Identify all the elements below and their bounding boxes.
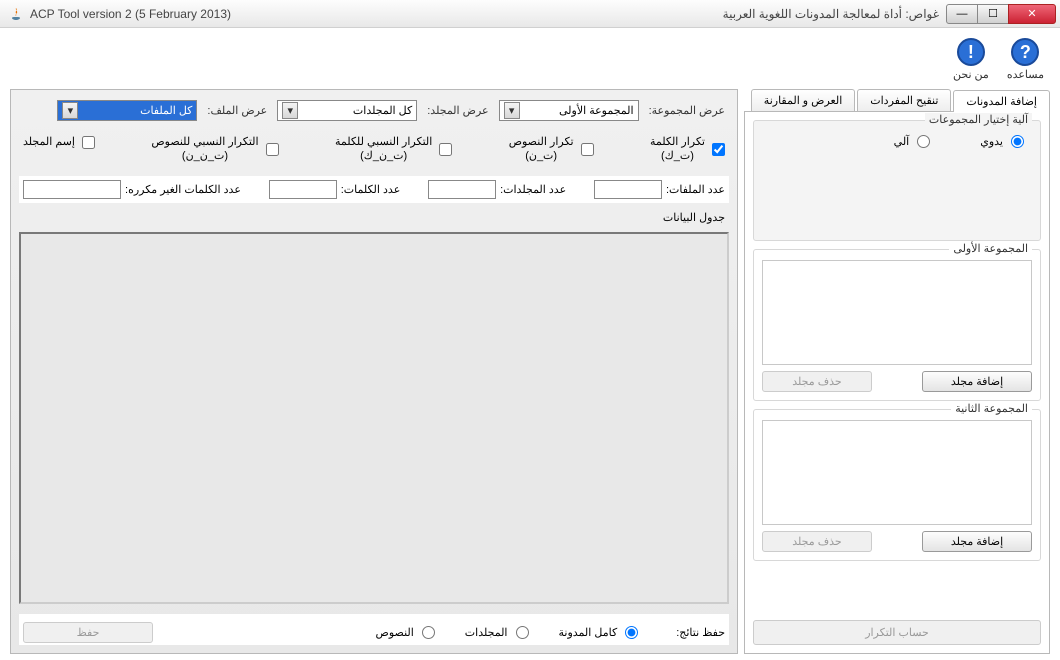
cb-word-freq[interactable]: تكرار الكلمة (ت_ك) bbox=[650, 135, 725, 164]
chevron-down-icon: ▾ bbox=[282, 102, 298, 119]
close-button[interactable]: ✕ bbox=[1008, 4, 1056, 24]
group2-add-folder-button[interactable]: إضافة مجلد bbox=[922, 531, 1032, 552]
help-button[interactable]: ? مساعده bbox=[1007, 38, 1044, 81]
tab-vocabulary[interactable]: تنقيح المفردات bbox=[857, 89, 951, 111]
tab-add-corpus[interactable]: إضافة المدونات bbox=[953, 90, 1050, 112]
info-icon: ! bbox=[957, 38, 985, 66]
cb-folder-name[interactable]: إسم المجلد bbox=[23, 135, 95, 149]
cb-word-rel-freq[interactable]: التكرار النسبي للكلمة (ت_ن_ك) bbox=[335, 135, 452, 164]
minimize-button[interactable]: — bbox=[946, 4, 978, 24]
window-title-right: غواص: أداة لمعالجة المدونات اللغوية العر… bbox=[723, 7, 939, 21]
group2-listbox[interactable] bbox=[762, 420, 1032, 525]
radio-folders[interactable]: المجلدات bbox=[465, 626, 529, 639]
cb-text-rel-freq[interactable]: التكرار النسبي للنصوص (ت_ن_ن) bbox=[151, 135, 278, 164]
about-button[interactable]: ! من نحن bbox=[953, 38, 989, 81]
group-dropdown[interactable]: المجموعة الأولى ▾ bbox=[499, 100, 639, 121]
help-icon: ? bbox=[1011, 38, 1039, 66]
group1-listbox[interactable] bbox=[762, 260, 1032, 365]
radio-full-corpus[interactable]: كامل المدونة bbox=[559, 626, 639, 639]
titlebar: ACP Tool version 2 (5 February 2013) غوا… bbox=[0, 0, 1060, 28]
window-title-left: ACP Tool version 2 (5 February 2013) bbox=[30, 7, 231, 21]
file-dropdown[interactable]: كل الملفات ▾ bbox=[57, 100, 197, 121]
main-panel: عرض المجموعة: المجموعة الأولى ▾ عرض المج… bbox=[10, 89, 738, 654]
tab-headers: إضافة المدونات تنقيح المفردات العرض و ال… bbox=[744, 89, 1050, 112]
group2-box: المجموعة الثانية إضافة مجلد حذف مجلد bbox=[753, 409, 1041, 561]
java-icon bbox=[8, 6, 24, 22]
calc-frequency-button[interactable]: حساب التكرار bbox=[753, 620, 1041, 645]
unique-words-input[interactable] bbox=[23, 180, 121, 199]
radio-auto[interactable]: آلي bbox=[894, 135, 931, 148]
group1-box: المجموعة الأولى إضافة مجلد حذف مجلد bbox=[753, 249, 1041, 401]
radio-manual[interactable]: يدوي bbox=[980, 135, 1024, 148]
files-count-input[interactable] bbox=[594, 180, 662, 199]
group2-delete-folder-button[interactable]: حذف مجلد bbox=[762, 531, 872, 552]
cb-text-freq[interactable]: تكرار النصوص (ت_ن) bbox=[509, 135, 594, 164]
window-controls: — ☐ ✕ bbox=[947, 4, 1056, 24]
group1-add-folder-button[interactable]: إضافة مجلد bbox=[922, 371, 1032, 392]
data-table-label: جدول البيانات bbox=[19, 209, 729, 226]
radio-texts[interactable]: النصوص bbox=[376, 626, 435, 639]
chevron-down-icon: ▾ bbox=[504, 102, 520, 119]
tab-compare[interactable]: العرض و المقارنة bbox=[751, 89, 855, 111]
chevron-down-icon: ▾ bbox=[62, 102, 78, 119]
save-button[interactable]: حفظ bbox=[23, 622, 153, 643]
folders-count-input[interactable] bbox=[428, 180, 496, 199]
data-table[interactable] bbox=[19, 232, 729, 604]
group-selection-box: آلية إختيار المجموعات يدوي آلي bbox=[753, 120, 1041, 241]
maximize-button[interactable]: ☐ bbox=[977, 4, 1009, 24]
words-count-input[interactable] bbox=[269, 180, 337, 199]
group1-delete-folder-button[interactable]: حذف مجلد bbox=[762, 371, 872, 392]
folder-dropdown[interactable]: كل المجلدات ▾ bbox=[277, 100, 417, 121]
